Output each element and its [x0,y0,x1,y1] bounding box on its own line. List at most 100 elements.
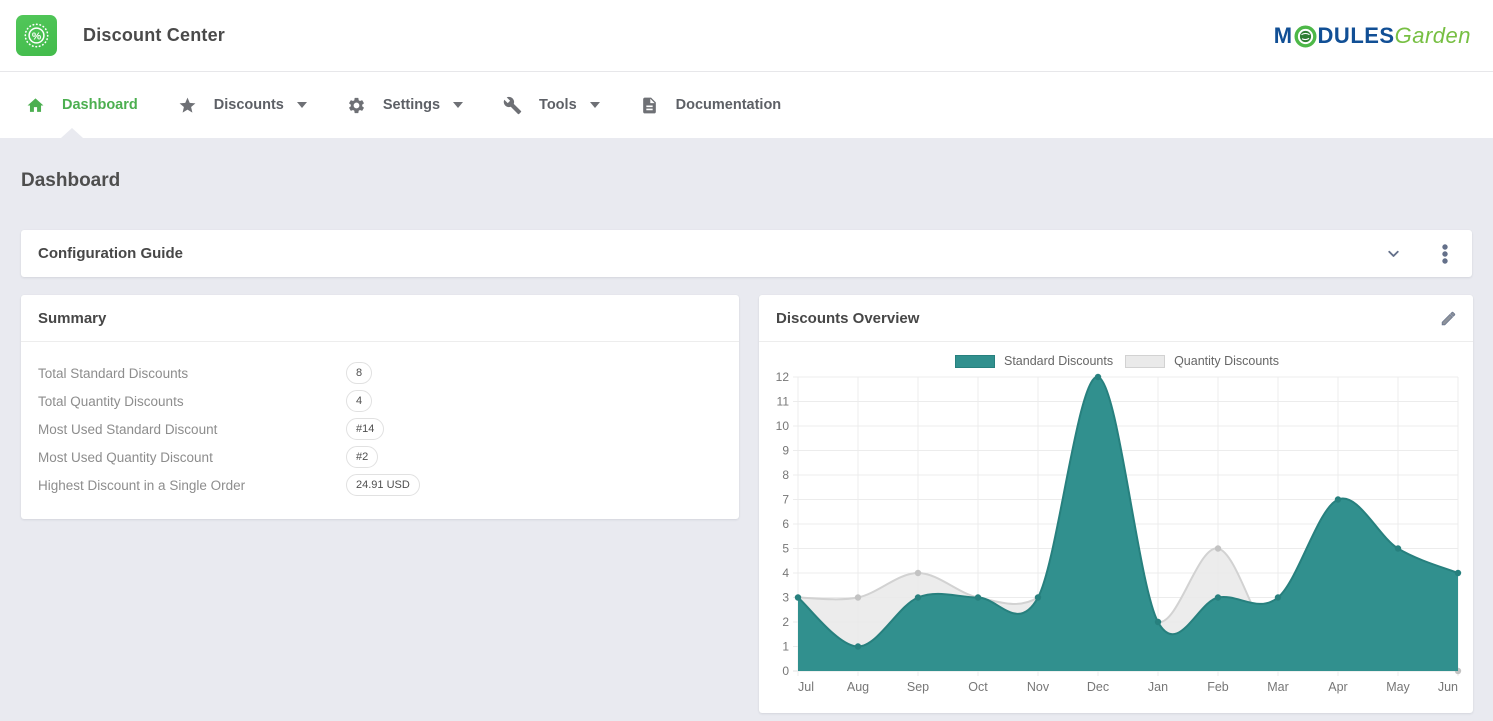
data-point-series-1 [1215,545,1221,551]
configuration-guide-title: Configuration Guide [38,245,183,262]
kebab-menu-button[interactable] [1440,242,1450,266]
y-tick-label: 6 [782,517,789,531]
data-point-series-1 [855,594,861,600]
summary-row-label: Total Quantity Discounts [38,394,346,409]
nav-item-label: Discounts [214,97,284,113]
nav-item-label: Dashboard [62,97,138,113]
data-point-series-0 [915,594,921,600]
edit-pencil-button[interactable] [1438,308,1459,329]
summary-row-label: Most Used Quantity Discount [38,450,346,465]
data-point-series-0 [1155,619,1161,625]
page-content: Dashboard Configuration Guide Summary To… [0,170,1493,713]
summary-value-badge: 4 [346,390,372,411]
page-title: Dashboard [21,170,1472,192]
y-tick-label: 1 [782,640,789,654]
active-tab-notch [61,128,83,138]
wrench-icon [503,96,522,115]
nav-item-documentation[interactable]: Documentation [620,72,802,138]
nav-item-label: Documentation [676,97,782,113]
star-icon [178,96,197,115]
legend-label: Standard Discounts [1004,354,1113,368]
legend-swatch-quantity [1125,355,1165,368]
summary-row-highest-discount: Highest Discount in a Single Order 24.91… [38,471,722,499]
x-tick-label: Jul [798,680,814,694]
summary-value-badge: 8 [346,362,372,383]
summary-value-badge: 24.91 USD [346,474,420,495]
summary-card-header: Summary [21,295,739,342]
logo-text-garden: Garden [1395,25,1471,47]
nav-item-discounts[interactable]: Discounts [158,72,327,138]
summary-row-total-standard: Total Standard Discounts 8 [38,359,722,387]
legend-swatch-standard [955,355,995,368]
discounts-overview-card: Discounts Overview Standard Discounts Qu… [759,295,1473,713]
y-tick-label: 10 [776,419,790,433]
collapse-chevron-button[interactable] [1383,243,1404,264]
x-tick-label: Aug [847,680,869,694]
summary-row-total-quantity: Total Quantity Discounts 4 [38,387,722,415]
summary-row-most-used-standard: Most Used Standard Discount #14 [38,415,722,443]
svg-text:%: % [32,30,42,42]
y-tick-label: 4 [782,566,789,580]
app-title: Discount Center [83,25,225,46]
y-tick-label: 0 [782,664,789,678]
nav-item-tools[interactable]: Tools [483,72,620,138]
y-tick-label: 11 [777,395,790,409]
data-point-series-0 [1455,570,1461,576]
x-tick-label: Nov [1027,680,1050,694]
logo-text-m: M [1274,25,1293,47]
document-icon [640,96,659,115]
y-tick-label: 8 [782,468,789,482]
home-icon [26,96,45,115]
x-tick-label: Oct [968,680,988,694]
summary-row-most-used-quantity: Most Used Quantity Discount #2 [38,443,722,471]
nav-item-settings[interactable]: Settings [327,72,483,138]
discounts-overview-header: Discounts Overview [759,295,1473,342]
chart-legend: Standard Discounts Quantity Discounts [771,354,1463,368]
summary-row-label: Total Standard Discounts [38,366,346,381]
y-tick-label: 9 [782,444,789,458]
x-tick-label: Dec [1087,680,1109,694]
summary-row-label: Highest Discount in a Single Order [38,478,346,493]
data-point-series-0 [1395,545,1401,551]
data-point-series-0 [1335,496,1341,502]
y-tick-label: 3 [782,591,789,605]
data-point-series-0 [1275,594,1281,600]
configuration-guide-panel: Configuration Guide [21,230,1472,277]
x-tick-label: Feb [1207,680,1229,694]
app-header: % Discount Center M DULESGarden [0,0,1493,72]
data-point-series-0 [795,594,801,600]
summary-title: Summary [38,310,106,327]
caret-down-icon [590,102,600,108]
x-tick-label: Mar [1267,680,1289,694]
area-chart: 0123456789101112JulAugSepOctNovDecJanFeb… [771,368,1463,705]
y-tick-label: 5 [782,542,789,556]
y-tick-label: 12 [776,370,790,384]
summary-card: Summary Total Standard Discounts 8 Total… [21,295,739,519]
y-tick-label: 7 [782,493,789,507]
data-point-series-0 [1095,374,1101,380]
caret-down-icon [453,102,463,108]
x-tick-label: Jan [1148,680,1168,694]
legend-label: Quantity Discounts [1174,354,1279,368]
discount-badge-icon: % [16,15,57,56]
chart-svg: 0123456789101112JulAugSepOctNovDecJanFeb… [771,368,1463,700]
logo-text-dules: DULES [1318,25,1395,47]
data-point-series-0 [1215,594,1221,600]
y-tick-label: 2 [782,615,789,629]
nav-item-label: Settings [383,97,440,113]
summary-value-badge: #14 [346,418,384,439]
modulesgarden-logo[interactable]: M DULESGarden [1274,24,1471,47]
x-tick-label: Apr [1328,680,1347,694]
caret-down-icon [297,102,307,108]
logo-globe-icon [1294,25,1317,48]
legend-item-standard-discounts[interactable]: Standard Discounts [955,354,1113,368]
x-tick-label: Jun [1438,680,1458,694]
discounts-overview-title: Discounts Overview [776,310,919,327]
data-point-series-0 [1035,594,1041,600]
summary-row-label: Most Used Standard Discount [38,422,346,437]
main-nav: Dashboard Discounts Settings Tools Docum… [0,72,1493,138]
legend-item-quantity-discounts[interactable]: Quantity Discounts [1125,354,1279,368]
data-point-series-0 [855,643,861,649]
x-tick-label: Sep [907,680,929,694]
data-point-series-1 [915,570,921,576]
